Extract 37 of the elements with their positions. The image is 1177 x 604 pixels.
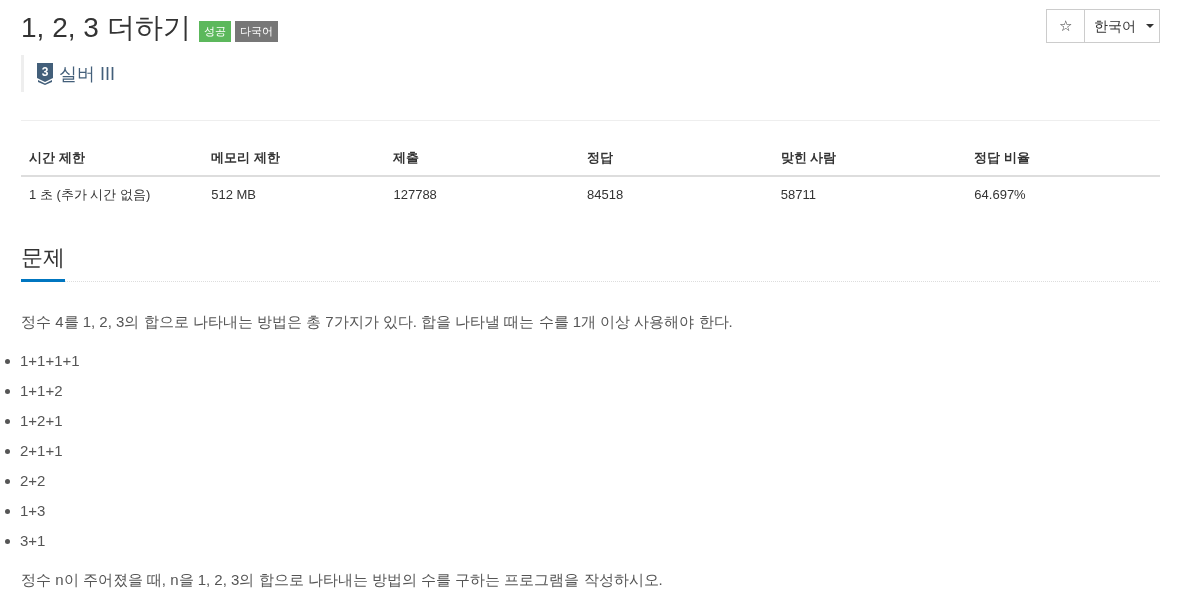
table-cell: 512 MB	[203, 176, 386, 212]
list-item-text: 2+2	[20, 471, 46, 491]
language-dropdown[interactable]: 한국어	[1084, 9, 1160, 43]
bullet-icon	[5, 448, 10, 454]
table-cell: 1 초 (추가 시간 없음)	[21, 176, 204, 212]
problem-text: 정수 n이 주어졌을 때, n을 1, 2, 3의 합으로 나타내는 방법의 수를 구하는 프로그램을 작성하시오.	[21, 570, 664, 590]
column-header: 시간 제한	[21, 140, 204, 176]
list-item-text: 1+3	[20, 501, 46, 521]
bullet-icon	[5, 508, 10, 514]
bullet-icon	[5, 418, 10, 424]
list-item-text: 3+1	[20, 531, 46, 551]
tier-label: 실버 III	[59, 62, 115, 86]
column-header: 정답	[579, 140, 773, 176]
list-item-text: 2+1+1	[20, 441, 63, 461]
problem-text: 정수 4를 1, 2, 3의 합으로 나타내는 방법은 총 7가지가 있다. 합을 나타낼 때는 수를 1개 이상 사용해야 한다.	[21, 312, 734, 332]
bullet-icon	[5, 388, 10, 394]
column-header: 제출	[385, 140, 580, 176]
table-cell: 64.697%	[966, 176, 1160, 212]
list-item-text: 1+1+1+1	[20, 351, 80, 371]
table-cell: 127788	[385, 176, 580, 212]
status-badge: 성공	[198, 20, 231, 42]
column-header: 정답 비율	[966, 140, 1160, 176]
table-cell: 58711	[772, 176, 967, 212]
table-cell: 84518	[579, 176, 773, 212]
caret-icon	[1146, 24, 1154, 28]
list-item-text: 1+1+2	[20, 381, 63, 401]
list-item-text: 1+2+1	[20, 411, 63, 431]
favorite-button[interactable]: ☆	[1046, 9, 1085, 43]
bullet-icon	[5, 478, 10, 484]
status-badge: 다국어	[234, 20, 278, 42]
column-header: 메모리 제한	[203, 140, 386, 176]
bullet-icon	[5, 538, 10, 544]
problem-title: 1, 2, 3 더하기	[21, 11, 191, 45]
tier-badge: 3	[37, 62, 53, 85]
section-heading: 문제	[21, 243, 65, 282]
bullet-icon	[5, 358, 10, 364]
column-header: 맞힌 사람	[772, 140, 967, 176]
